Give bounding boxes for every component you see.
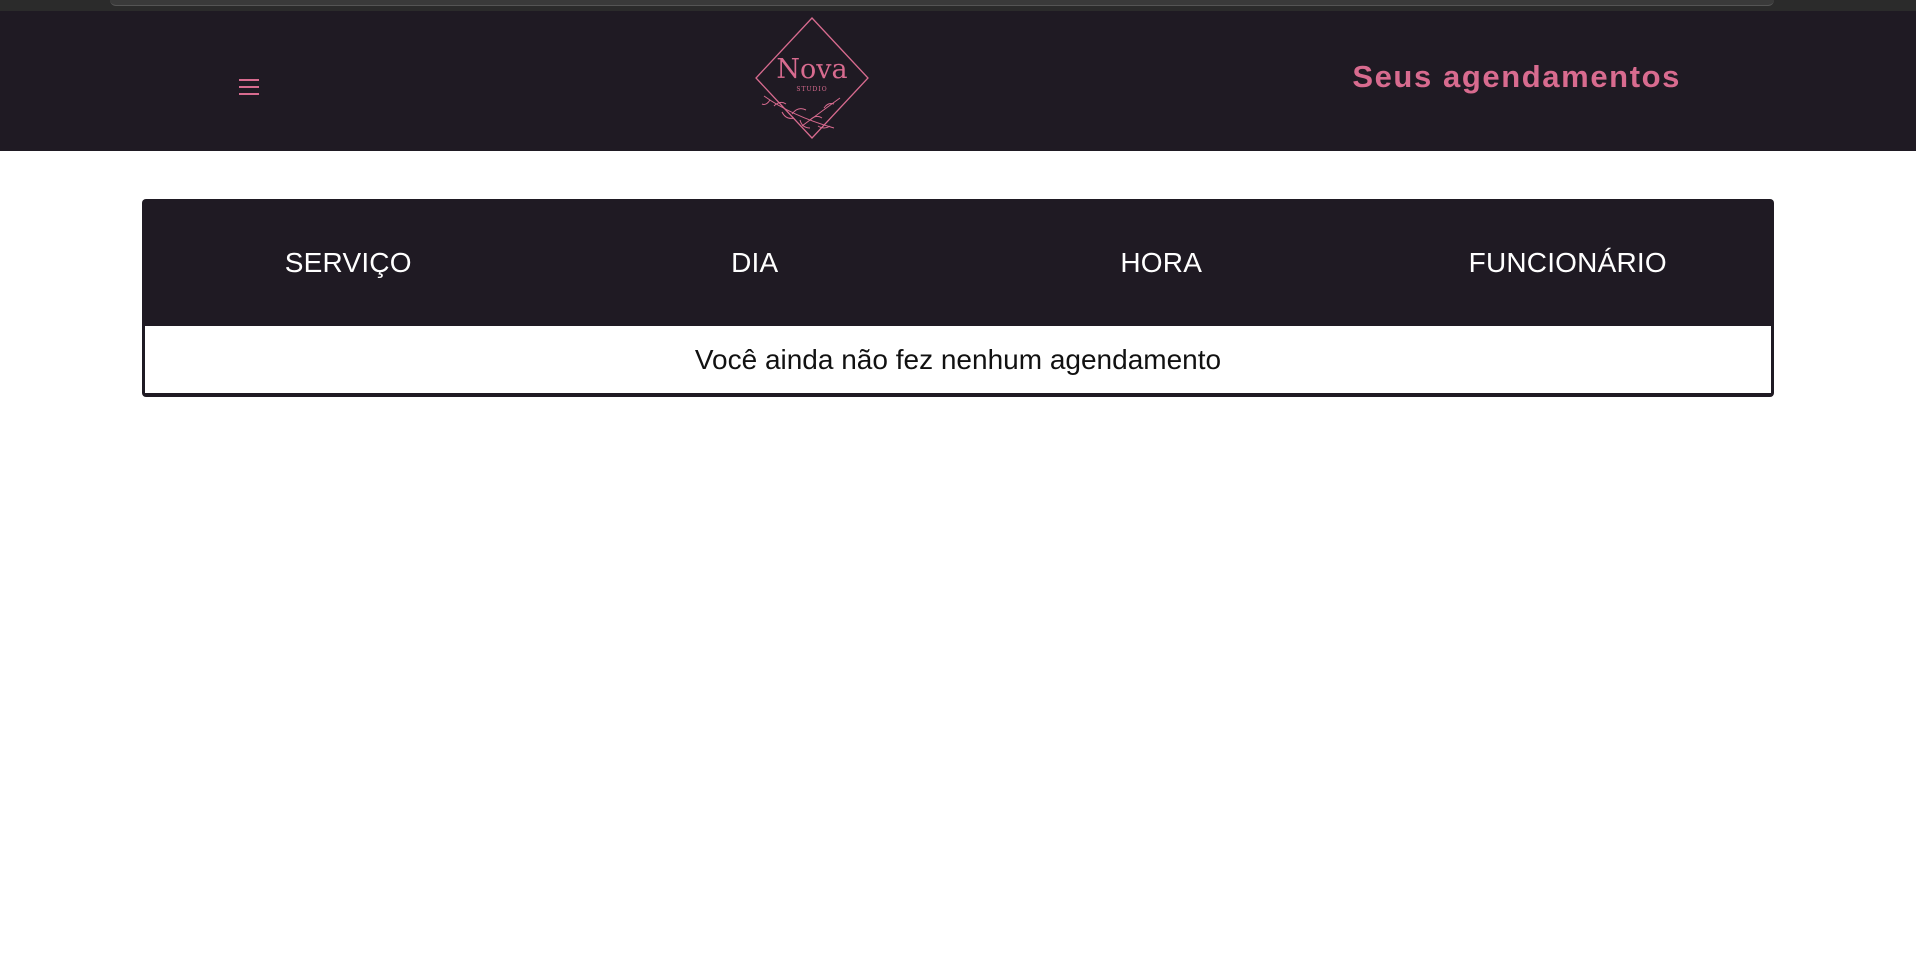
browser-window-edge: [110, 0, 1774, 6]
logo-tagline: STUDIO: [796, 86, 827, 93]
table-header: SERVIÇO DIA HORA FUNCIONÁRIO: [145, 199, 1771, 326]
appointments-table: SERVIÇO DIA HORA FUNCIONÁRIO Você ainda …: [142, 199, 1774, 397]
column-header-servico: SERVIÇO: [284, 246, 412, 278]
column-header-funcionario: FUNCIONÁRIO: [1468, 246, 1667, 278]
nova-studio-logo[interactable]: Nova STUDIO: [752, 16, 870, 144]
empty-state-message: Você ainda não fez nenhum agendamento: [145, 326, 1771, 393]
browser-chrome-strip: [0, 0, 1916, 11]
hamburger-menu-icon[interactable]: [236, 74, 262, 100]
navbar: Nova STUDIO Seus agendamentos: [0, 11, 1916, 151]
appointments-title[interactable]: Seus agendamentos: [1352, 59, 1681, 95]
leaf-branch-icon: [761, 95, 841, 129]
column-header-hora: HORA: [1120, 246, 1203, 278]
column-header-dia: DIA: [731, 246, 779, 278]
logo-name: Nova: [776, 54, 847, 85]
